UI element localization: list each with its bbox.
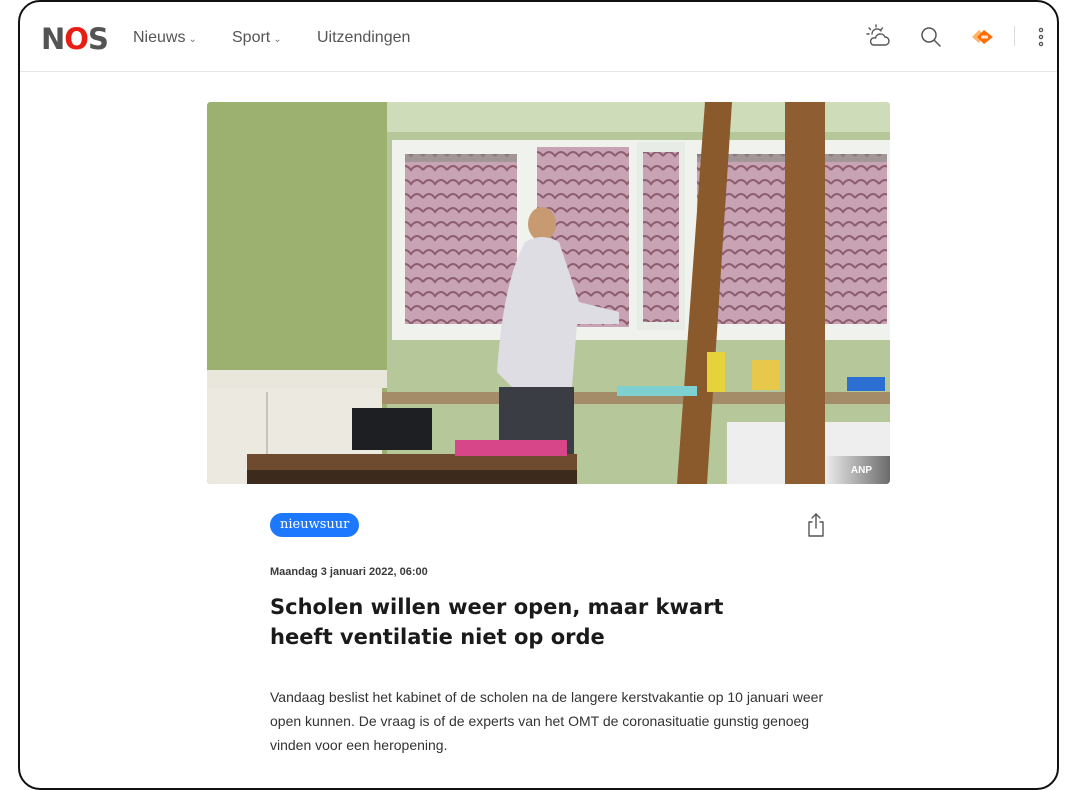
article-title: Scholen willen weer open, maar kwart hee… [270, 595, 724, 649]
top-navigation: NOS Nieuws ⌄ Sport ⌄ Uitzendingen [20, 2, 1057, 72]
nav-item-label: Uitzendingen [317, 29, 411, 46]
more-vertical-icon[interactable] [1026, 22, 1056, 52]
article-lead: Vandaag beslist het kabinet of de schole… [270, 689, 824, 753]
share-icon[interactable] [805, 512, 827, 538]
article-hero-image: ANP [207, 102, 890, 484]
nav-item-label: Sport [232, 29, 271, 46]
nav-item-sport[interactable]: Sport ⌄ [232, 29, 282, 47]
npo-logo-icon[interactable] [968, 22, 998, 52]
chevron-down-icon: ⌄ [273, 33, 282, 45]
weather-icon[interactable] [863, 22, 893, 52]
chevron-down-icon: ⌄ [188, 33, 197, 45]
nav-item-uitzendingen[interactable]: Uitzendingen [317, 29, 410, 47]
browser-frame: NOS Nieuws ⌄ Sport ⌄ Uitzendingen ANP ni… [18, 0, 1059, 790]
article-date: Maandag 3 januari 2022, 06:00 [270, 566, 428, 578]
classroom-photo [207, 102, 890, 484]
nos-logo[interactable]: NOS [41, 22, 109, 56]
header-divider [1014, 26, 1015, 46]
nav-item-label: Nieuws [133, 29, 186, 46]
image-credit: ANP [824, 456, 890, 484]
search-icon[interactable] [916, 22, 946, 52]
nav-item-nieuws[interactable]: Nieuws ⌄ [133, 29, 197, 47]
program-tag[interactable]: nieuwsuur [270, 513, 360, 537]
